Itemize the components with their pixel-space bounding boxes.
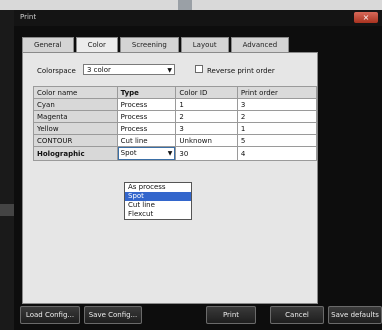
color-id-cell[interactable]: Unknown bbox=[175, 134, 238, 147]
dropdown-option-spot[interactable]: Spot bbox=[125, 192, 191, 201]
title-bar: Print × bbox=[14, 10, 382, 26]
dropdown-option-as-process[interactable]: As process bbox=[125, 183, 191, 192]
chevron-down-icon: ▼ bbox=[167, 67, 172, 74]
table-row[interactable]: Magenta Process 2 2 bbox=[33, 110, 318, 123]
dropdown-option-cut-line[interactable]: Cut line bbox=[125, 201, 191, 210]
table-row[interactable]: Yellow Process 3 1 bbox=[33, 122, 318, 135]
save-defaults-button[interactable]: Save defaults bbox=[328, 306, 382, 324]
type-cell[interactable]: Process bbox=[116, 110, 177, 123]
colorspace-label: Colorspace bbox=[37, 67, 76, 75]
color-name-cell: CONTOUR bbox=[33, 134, 118, 147]
colorspace-select[interactable]: 3 color ▼ bbox=[83, 64, 175, 75]
print-button[interactable]: Print bbox=[206, 306, 256, 324]
type-dropdown-list: As process Spot Cut line Flexcut bbox=[124, 182, 192, 220]
print-order-cell[interactable]: 3 bbox=[236, 98, 318, 111]
color-panel: Colorspace 3 color ▼ Reverse print order… bbox=[22, 52, 318, 304]
tab-bar: General Color Screening Layout Advanced bbox=[22, 37, 291, 53]
color-name-cell: Cyan bbox=[33, 98, 118, 111]
print-dialog: Print × General Color Screening Layout A… bbox=[14, 10, 382, 330]
column-header-color-name[interactable]: Color name bbox=[33, 86, 118, 99]
tab-advanced[interactable]: Advanced bbox=[230, 37, 290, 52]
type-select-value: Spot bbox=[120, 149, 137, 157]
type-cell[interactable]: Cut line bbox=[116, 134, 177, 147]
column-header-print-order[interactable]: Print order bbox=[236, 86, 318, 99]
type-cell[interactable]: Process bbox=[116, 98, 177, 111]
table-row[interactable]: CONTOUR Cut line Unknown 5 bbox=[33, 134, 318, 147]
column-header-color-id[interactable]: Color ID bbox=[175, 86, 238, 99]
save-config-button[interactable]: Save Config... bbox=[84, 306, 142, 324]
close-icon: × bbox=[362, 13, 370, 22]
print-order-cell[interactable]: 1 bbox=[236, 122, 318, 135]
cancel-button[interactable]: Cancel bbox=[270, 306, 324, 324]
tab-layout[interactable]: Layout bbox=[180, 37, 229, 52]
background-notch bbox=[178, 0, 192, 10]
color-id-cell[interactable]: 3 bbox=[175, 122, 238, 135]
print-order-cell[interactable]: 2 bbox=[236, 110, 318, 123]
tab-general[interactable]: General bbox=[22, 37, 74, 52]
color-name-cell: Yellow bbox=[33, 122, 118, 135]
dropdown-option-flexcut[interactable]: Flexcut bbox=[125, 210, 191, 219]
table-row[interactable]: Cyan Process 1 3 bbox=[33, 98, 318, 111]
color-name-cell: Magenta bbox=[33, 110, 118, 123]
color-id-cell[interactable]: 2 bbox=[175, 110, 238, 123]
reverse-print-order-checkbox[interactable] bbox=[195, 65, 203, 73]
chevron-down-icon: ▼ bbox=[167, 150, 173, 157]
window-title: Print bbox=[20, 13, 37, 21]
type-cell[interactable]: Process bbox=[116, 122, 177, 135]
print-order-cell[interactable]: 4 bbox=[236, 146, 318, 161]
print-order-cell[interactable]: 5 bbox=[236, 134, 318, 147]
column-header-type[interactable]: Type bbox=[116, 86, 177, 99]
table-header: Color name Type Color ID Print order bbox=[33, 86, 318, 99]
background-window-edge bbox=[0, 204, 14, 216]
table-row[interactable]: Holographic Spot ▼ 30 4 bbox=[33, 146, 318, 161]
type-cell[interactable]: Spot ▼ bbox=[116, 146, 177, 161]
tab-screening[interactable]: Screening bbox=[119, 37, 179, 52]
color-id-cell[interactable]: 30 bbox=[175, 146, 238, 161]
color-name-cell: Holographic bbox=[33, 146, 118, 161]
color-table: Color name Type Color ID Print order Cya… bbox=[33, 86, 318, 161]
background-window-strip bbox=[0, 0, 382, 10]
color-id-cell[interactable]: 1 bbox=[175, 98, 238, 111]
button-bar: Load Config... Save Config... Print Canc… bbox=[14, 300, 382, 330]
type-select[interactable]: Spot ▼ bbox=[117, 147, 176, 160]
tab-color[interactable]: Color bbox=[75, 37, 118, 53]
load-config-button[interactable]: Load Config... bbox=[20, 306, 80, 324]
close-button[interactable]: × bbox=[354, 12, 378, 23]
reverse-print-order-label: Reverse print order bbox=[207, 67, 275, 75]
colorspace-value: 3 color bbox=[87, 66, 111, 74]
